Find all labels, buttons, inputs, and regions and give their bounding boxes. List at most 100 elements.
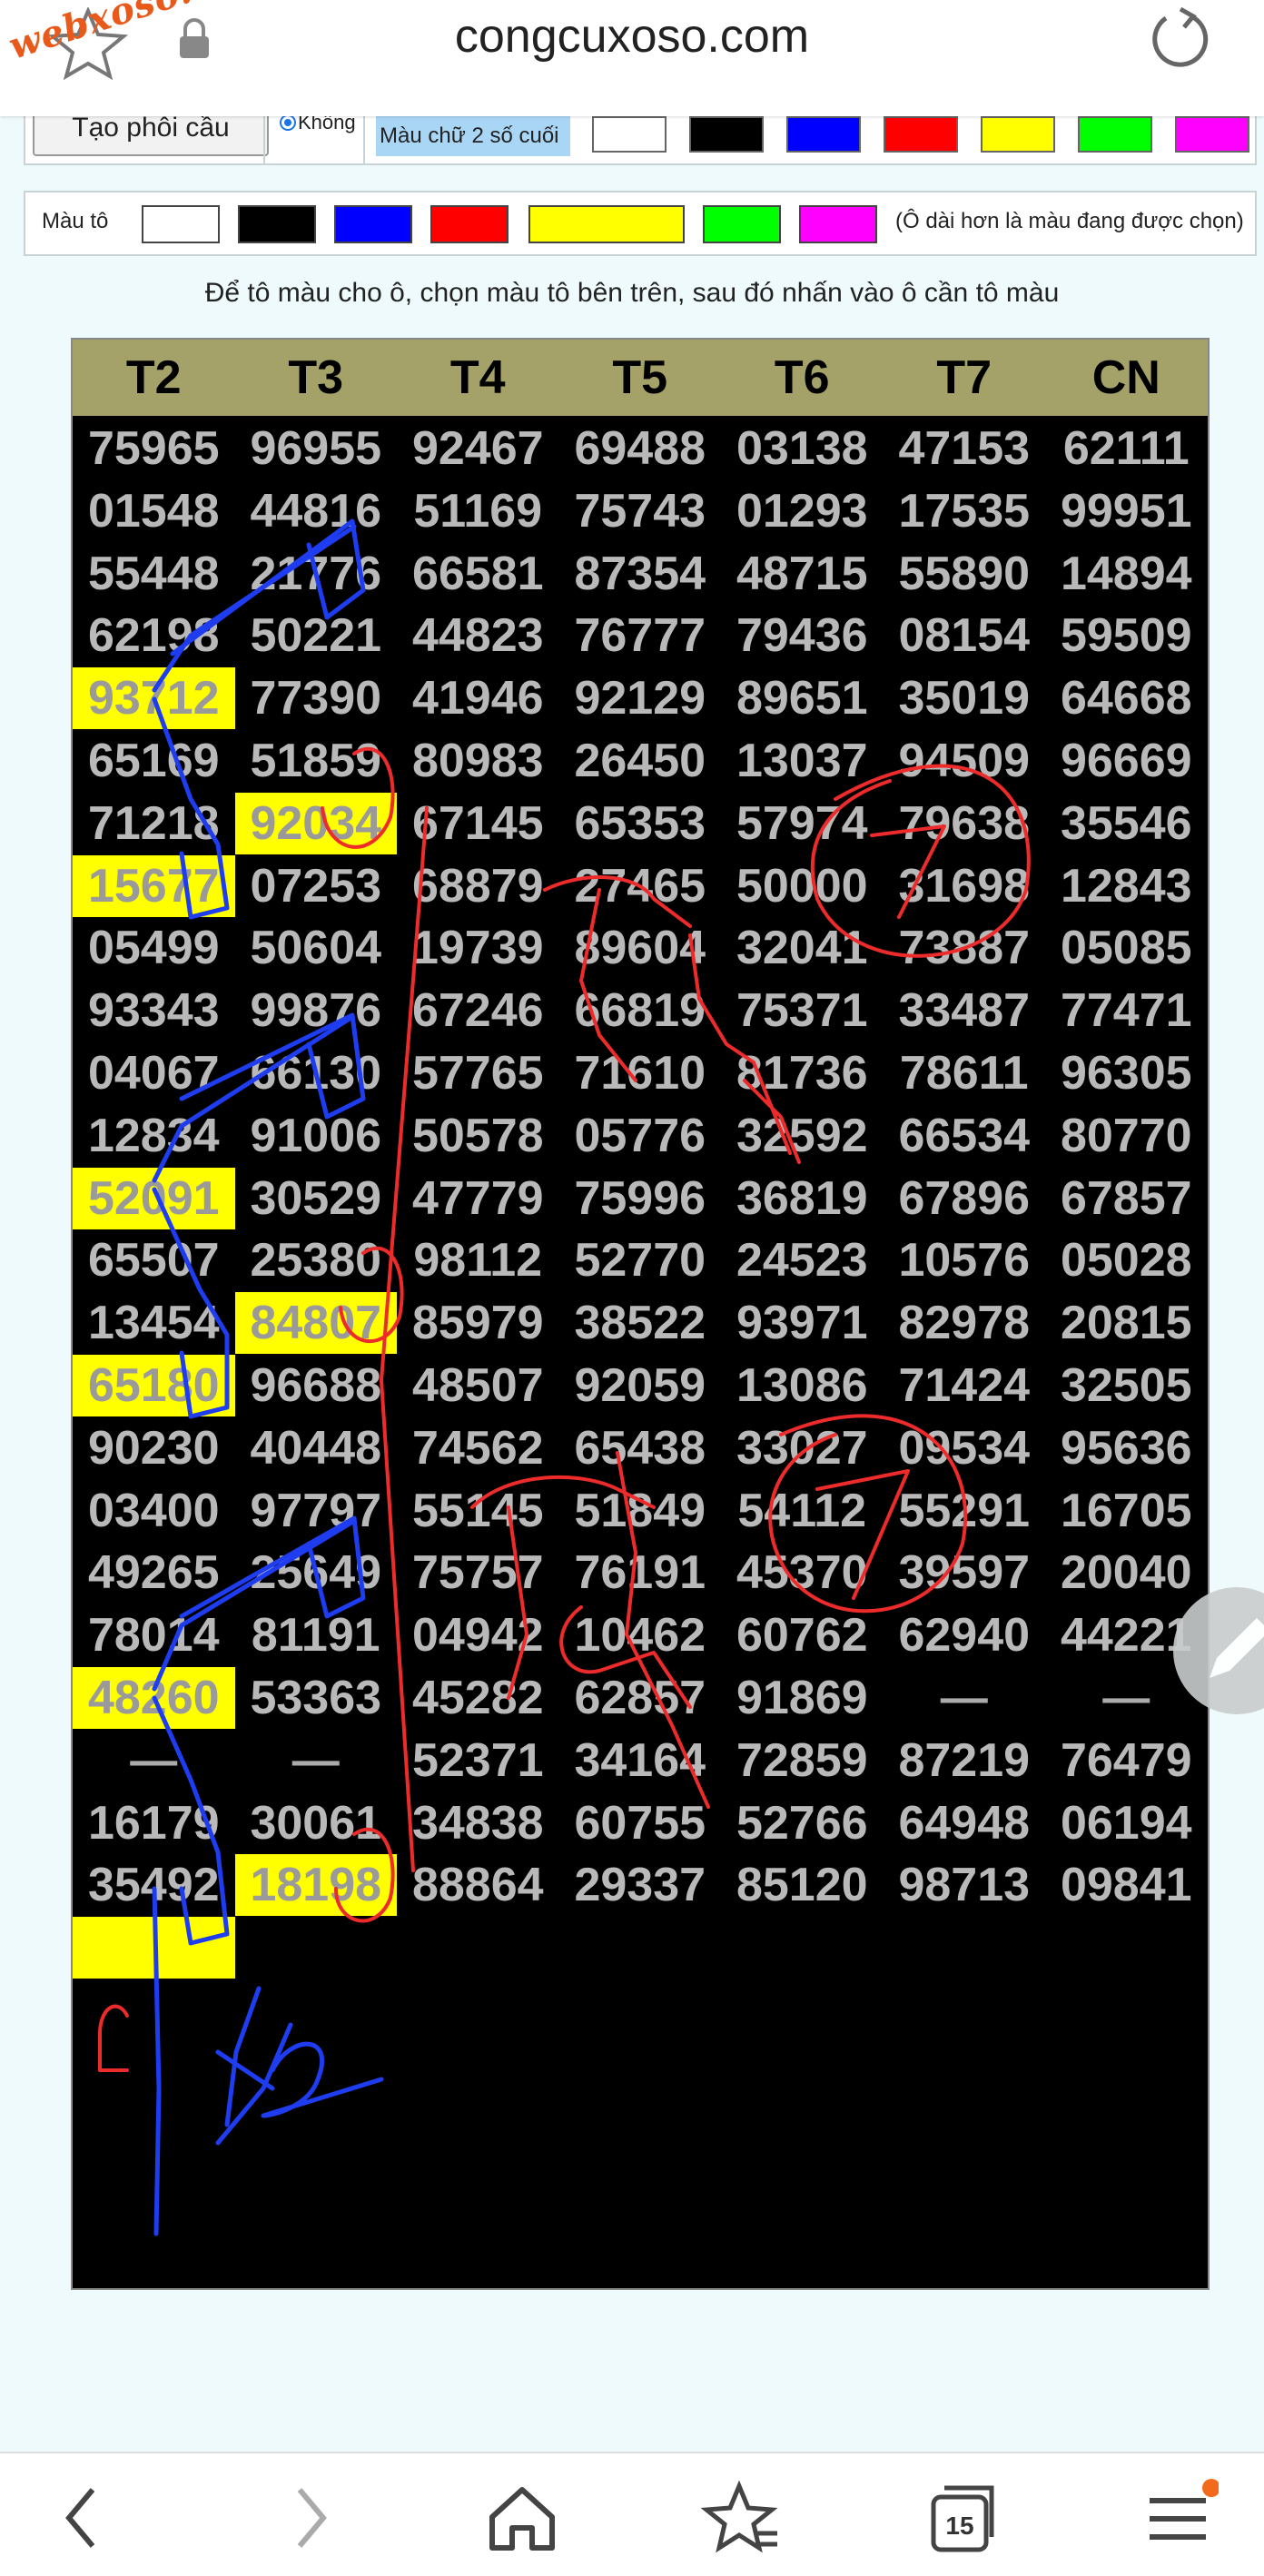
grid-cell[interactable]: 93971 xyxy=(721,1292,884,1354)
text-color-swatch-green[interactable] xyxy=(1078,116,1152,153)
grid-cell[interactable]: 45370 xyxy=(721,1542,884,1604)
grid-cell[interactable]: 91006 xyxy=(235,1105,398,1167)
grid-cell[interactable]: 84807 xyxy=(234,1292,397,1355)
grid-cell[interactable]: 54112 xyxy=(721,1480,884,1542)
grid-cell[interactable]: 48507 xyxy=(397,1355,559,1416)
grid-cell[interactable]: 50604 xyxy=(235,917,398,979)
grid-cell[interactable]: 47153 xyxy=(884,418,1046,479)
grid-cell[interactable]: 75743 xyxy=(559,480,722,542)
grid-cell[interactable]: 65353 xyxy=(559,793,722,854)
grid-cell[interactable]: 35019 xyxy=(884,667,1046,729)
grid-cell[interactable]: 50000 xyxy=(721,855,884,917)
grid-cell[interactable]: 60755 xyxy=(559,1792,722,1854)
text-color-swatch-yellow[interactable] xyxy=(981,116,1055,153)
grid-cell[interactable] xyxy=(235,1917,398,1979)
grid-cell[interactable]: 96305 xyxy=(1045,1042,1208,1104)
grid-cell[interactable]: 48260 xyxy=(73,1667,235,1729)
grid-cell[interactable]: 76777 xyxy=(559,605,722,666)
back-icon[interactable] xyxy=(42,2477,123,2559)
grid-cell[interactable]: 32041 xyxy=(721,917,884,979)
grid-cell[interactable]: 92034 xyxy=(234,792,397,854)
grid-cell[interactable]: 66534 xyxy=(884,1105,1046,1167)
grid-cell[interactable]: 17535 xyxy=(884,480,1046,542)
grid-cell[interactable]: 55890 xyxy=(884,543,1046,605)
grid-cell[interactable]: 55145 xyxy=(397,1480,559,1542)
menu-icon[interactable] xyxy=(1137,2477,1219,2559)
grid-cell[interactable]: 01293 xyxy=(721,480,884,542)
grid-cell[interactable] xyxy=(721,1917,884,1979)
grid-cell[interactable]: 16705 xyxy=(1045,1480,1208,1542)
grid-cell[interactable]: 93343 xyxy=(73,980,235,1041)
grid-cell[interactable]: 32592 xyxy=(721,1105,884,1167)
text-color-swatch-white[interactable] xyxy=(592,116,667,153)
grid-cell[interactable]: 67896 xyxy=(884,1168,1046,1229)
grid-cell[interactable]: 32505 xyxy=(1045,1355,1208,1416)
grid-cell[interactable] xyxy=(884,1917,1046,1979)
grid-cell[interactable] xyxy=(1045,1917,1208,1979)
grid-cell[interactable]: 76191 xyxy=(559,1542,722,1604)
reload-icon[interactable] xyxy=(1146,5,1211,71)
grid-cell[interactable]: 20815 xyxy=(1045,1292,1208,1354)
grid-cell[interactable]: 89604 xyxy=(559,917,722,979)
grid-cell[interactable]: 03400 xyxy=(73,1480,235,1542)
fill-swatch-red[interactable] xyxy=(430,205,509,243)
grid-cell[interactable]: 89651 xyxy=(721,667,884,729)
text-color-swatch-black[interactable] xyxy=(689,116,764,153)
grid-cell[interactable]: 40448 xyxy=(235,1417,398,1479)
grid-cell[interactable]: 76479 xyxy=(1045,1730,1208,1791)
grid-cell[interactable]: 80770 xyxy=(1045,1105,1208,1167)
grid-cell[interactable]: 85979 xyxy=(397,1292,559,1354)
grid-cell[interactable]: 88864 xyxy=(397,1854,559,1916)
grid-cell[interactable]: 96955 xyxy=(235,418,398,479)
grid-cell[interactable]: 35546 xyxy=(1045,793,1208,854)
grid-cell[interactable]: 77390 xyxy=(235,667,398,729)
grid-cell[interactable]: 95636 xyxy=(1045,1417,1208,1479)
grid-cell[interactable]: 96688 xyxy=(235,1355,398,1416)
grid-cell[interactable]: 25380 xyxy=(235,1229,398,1291)
fill-swatch-black[interactable] xyxy=(238,205,316,243)
grid-cell[interactable]: 10576 xyxy=(884,1229,1046,1291)
fill-swatch-white[interactable] xyxy=(142,205,220,243)
radio-selected-icon[interactable] xyxy=(280,114,296,131)
tabs-button[interactable]: 15 xyxy=(921,2477,1002,2559)
grid-cell[interactable]: 57974 xyxy=(721,793,884,854)
grid-cell[interactable]: 62198 xyxy=(73,605,235,666)
grid-cell[interactable]: 75965 xyxy=(73,418,235,479)
grid-cell[interactable]: 69488 xyxy=(559,418,722,479)
grid-cell[interactable]: 80983 xyxy=(397,730,559,792)
grid-cell[interactable]: 05499 xyxy=(73,917,235,979)
grid-cell[interactable]: 12834 xyxy=(73,1105,235,1167)
grid-cell[interactable]: 92467 xyxy=(397,418,559,479)
grid-cell[interactable]: 62940 xyxy=(884,1604,1046,1666)
grid-cell[interactable]: 67246 xyxy=(397,980,559,1041)
grid-cell[interactable]: 05085 xyxy=(1045,917,1208,979)
grid-cell[interactable]: 73887 xyxy=(884,917,1046,979)
grid-cell[interactable]: 15677 xyxy=(73,854,235,917)
grid-cell[interactable]: — xyxy=(235,1730,398,1791)
grid-cell[interactable]: 18198 xyxy=(234,1854,397,1917)
grid-cell[interactable]: 92059 xyxy=(559,1355,722,1416)
grid-cell[interactable] xyxy=(397,1917,559,1979)
grid-cell[interactable]: 65169 xyxy=(73,730,235,792)
grid-cell[interactable]: 33487 xyxy=(884,980,1046,1041)
grid-cell[interactable]: 97797 xyxy=(235,1480,398,1542)
grid-cell[interactable]: 49265 xyxy=(73,1542,235,1604)
grid-cell[interactable]: 79436 xyxy=(721,605,884,666)
fill-swatch-magenta[interactable] xyxy=(799,205,877,243)
grid-cell[interactable]: 55448 xyxy=(73,543,235,605)
grid-cell[interactable]: 51169 xyxy=(397,480,559,542)
grid-cell[interactable]: 96669 xyxy=(1045,730,1208,792)
grid-cell[interactable]: 65438 xyxy=(559,1417,722,1479)
grid-cell[interactable]: 44823 xyxy=(397,605,559,666)
grid-cell[interactable]: 48715 xyxy=(721,543,884,605)
grid-cell[interactable]: 71218 xyxy=(73,793,235,854)
grid-cell[interactable]: 75757 xyxy=(397,1542,559,1604)
grid-cell[interactable]: 59509 xyxy=(1045,605,1208,666)
grid-cell[interactable]: 34838 xyxy=(397,1792,559,1854)
grid-cell[interactable]: 25649 xyxy=(235,1542,398,1604)
grid-cell[interactable]: 21776 xyxy=(235,543,398,605)
grid-cell[interactable]: 08154 xyxy=(884,605,1046,666)
grid-cell[interactable] xyxy=(559,1917,722,1979)
grid-cell[interactable]: 24523 xyxy=(721,1229,884,1291)
grid-cell[interactable]: 45282 xyxy=(397,1667,559,1729)
